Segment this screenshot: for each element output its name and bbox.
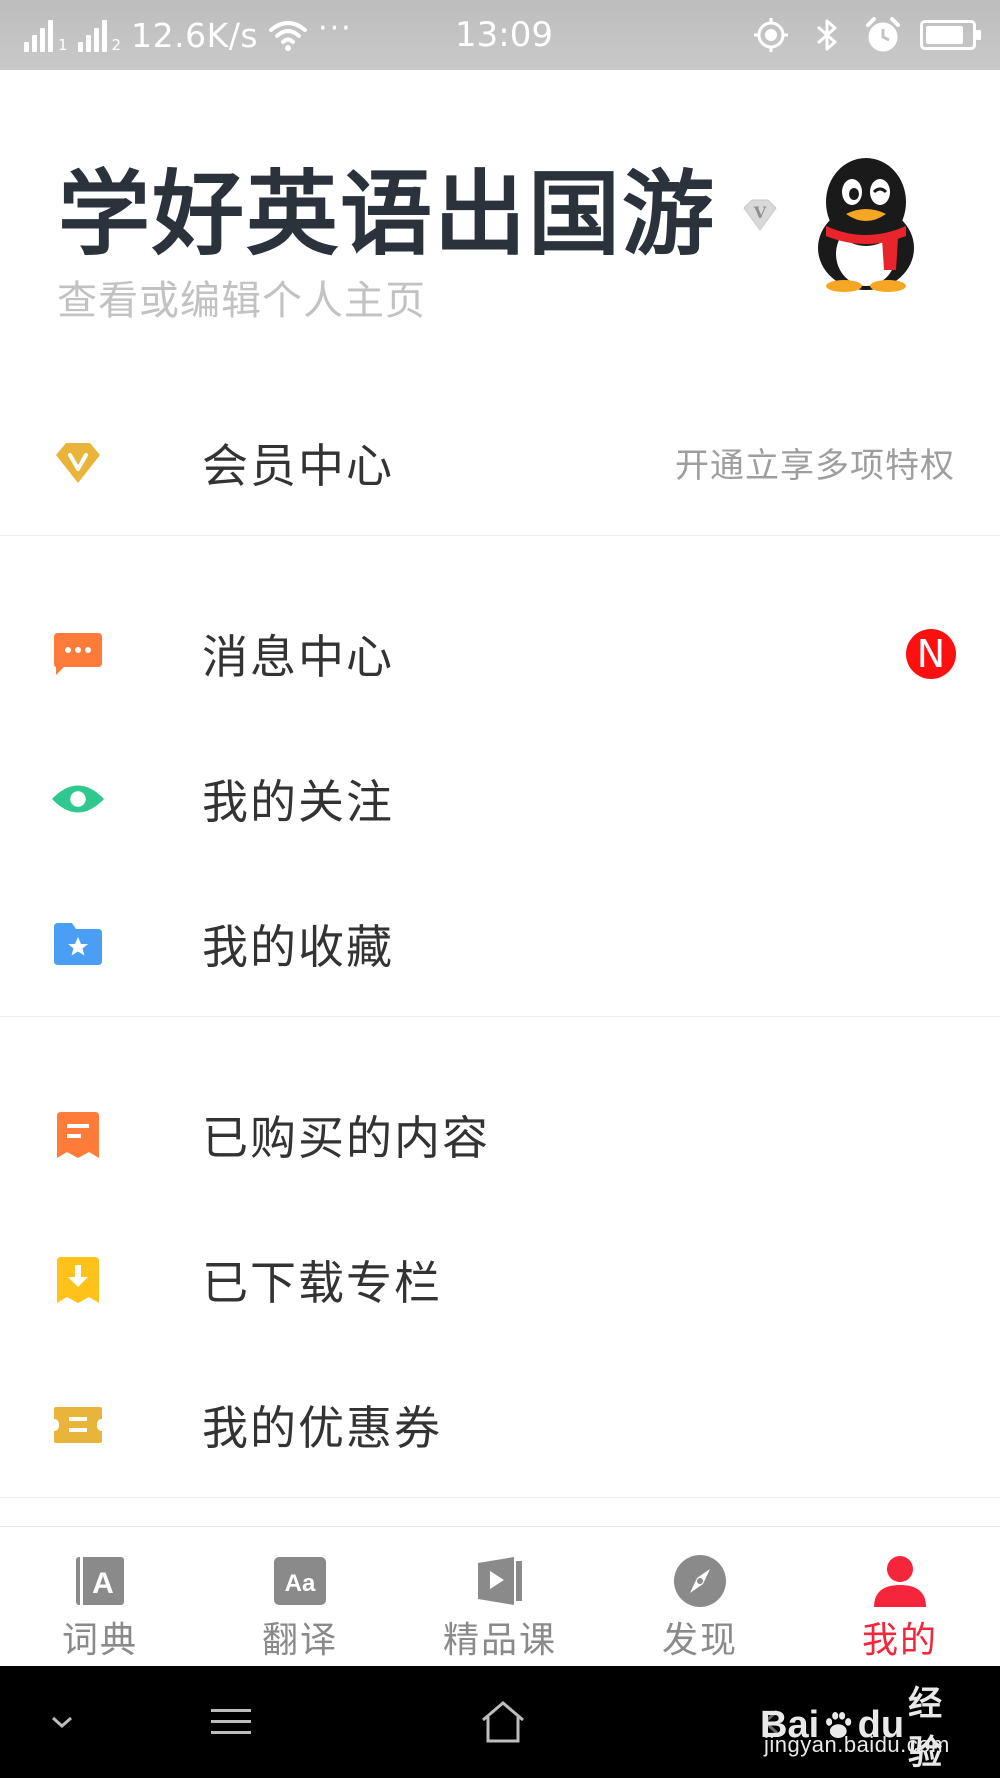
dictionary-icon-text: A <box>92 1567 114 1600</box>
menu-label: 消息中心 <box>202 629 394 684</box>
tab-course[interactable]: 精品课 <box>400 1527 600 1667</box>
menu-item-my-follow[interactable]: 我的关注 <box>0 726 1000 871</box>
signal-1-icon: 1 <box>24 18 68 54</box>
translate-icon-text: Aa <box>285 1570 316 1597</box>
status-right <box>752 0 981 70</box>
nav-home-button[interactable] <box>478 1666 528 1778</box>
compass-icon <box>674 1555 726 1607</box>
new-message-badge: N <box>906 628 956 679</box>
bottom-tab-bar: A 词典 Aa 翻译 精品课 发现 我的 <box>0 1526 1000 1666</box>
tab-translate[interactable]: Aa 翻译 <box>200 1527 400 1667</box>
menu-item-vip-center[interactable]: 会员中心 开通立享多项特权 <box>0 390 1000 535</box>
watermark-brand-cn: 经验 <box>908 1684 943 1773</box>
person-icon <box>874 1556 926 1607</box>
menu-icon <box>211 1709 251 1734</box>
sim2-label: 2 <box>111 36 122 54</box>
bluetooth-icon <box>817 19 837 51</box>
battery-icon <box>920 20 981 50</box>
system-nav-bar: Bai du 经验 jingyan.baidu.com <box>0 1666 1000 1778</box>
watermark-url: jingyan.baidu.com <box>764 1732 950 1757</box>
menu-item-message-center[interactable]: 消息中心 N <box>0 581 1000 726</box>
course-icon <box>478 1557 522 1605</box>
profile-header[interactable]: 学好英语出国游 V 查看或编辑个人主页 <box>0 70 1000 370</box>
menu-item-my-favorites[interactable]: 我的收藏 <box>0 871 1000 1016</box>
download-icon <box>50 1252 106 1308</box>
sim1-label: 1 <box>58 36 68 54</box>
baidu-jingyan-watermark: Bai du 经验 jingyan.baidu.com <box>760 1676 960 1774</box>
menu-list: 会员中心 开通立享多项特权 消息中心 N 我的关注 我的收藏 已购买的内容 已下… <box>0 390 1000 1498</box>
menu-item-coupons[interactable]: 我的优惠券 <box>0 1352 1000 1497</box>
profile-subtitle[interactable]: 查看或编辑个人主页 <box>57 268 426 326</box>
receipt-icon <box>50 1107 106 1163</box>
nav-collapse-button[interactable] <box>40 1666 84 1778</box>
diamond-v-icon <box>50 435 106 491</box>
menu-item-downloaded[interactable]: 已下载专栏 <box>0 1207 1000 1352</box>
star-folder-icon <box>50 916 106 972</box>
chevron-down-icon <box>52 1716 72 1729</box>
translate-icon: Aa <box>274 1557 326 1605</box>
alarm-icon <box>866 17 900 52</box>
watermark-brand: Bai du 经验 <box>760 1676 960 1774</box>
tab-mine[interactable]: 我的 <box>800 1527 1000 1667</box>
tab-dictionary[interactable]: A 词典 <box>0 1527 200 1667</box>
tab-label: 词典 <box>61 1620 138 1661</box>
menu-label: 会员中心 <box>202 438 394 493</box>
status-left: 1 2 12.6K/s ··· <box>24 0 353 70</box>
menu-label: 我的收藏 <box>202 919 394 974</box>
status-time: 13:09 <box>455 15 553 55</box>
menu-label: 我的关注 <box>202 774 394 829</box>
vip-badge-letter: V <box>753 203 767 222</box>
battery-level <box>926 26 963 44</box>
tab-label: 我的 <box>861 1620 938 1661</box>
ticket-icon <box>50 1397 106 1453</box>
dictionary-icon: A <box>76 1557 124 1605</box>
menu-label: 已购买的内容 <box>202 1110 490 1165</box>
location-icon <box>754 18 788 52</box>
nav-menu-button[interactable] <box>205 1666 257 1778</box>
vip-level-icon: V <box>743 199 777 231</box>
tab-label: 发现 <box>661 1620 738 1661</box>
divider <box>0 1497 1000 1498</box>
chat-bubble-icon <box>50 626 106 682</box>
more-dots-icon: ··· <box>318 10 353 46</box>
eye-icon <box>50 771 106 827</box>
menu-item-purchased[interactable]: 已购买的内容 <box>0 1062 1000 1207</box>
tab-label: 精品课 <box>442 1620 557 1661</box>
menu-label: 我的优惠券 <box>202 1400 442 1455</box>
vip-promo-text: 开通立享多项特权 <box>675 446 955 486</box>
menu-label: 已下载专栏 <box>202 1255 442 1310</box>
tab-label: 翻译 <box>261 1620 338 1661</box>
network-speed: 12.6K/s <box>131 15 259 55</box>
signal-2-icon: 2 <box>77 18 122 54</box>
avatar[interactable] <box>800 152 932 292</box>
profile-name: 学好英语出国游 <box>58 161 717 268</box>
status-bar: 1 2 12.6K/s ··· 13:09 <box>0 0 1000 70</box>
home-icon <box>482 1701 524 1743</box>
wifi-icon <box>269 21 308 51</box>
tab-discover[interactable]: 发现 <box>600 1527 800 1667</box>
